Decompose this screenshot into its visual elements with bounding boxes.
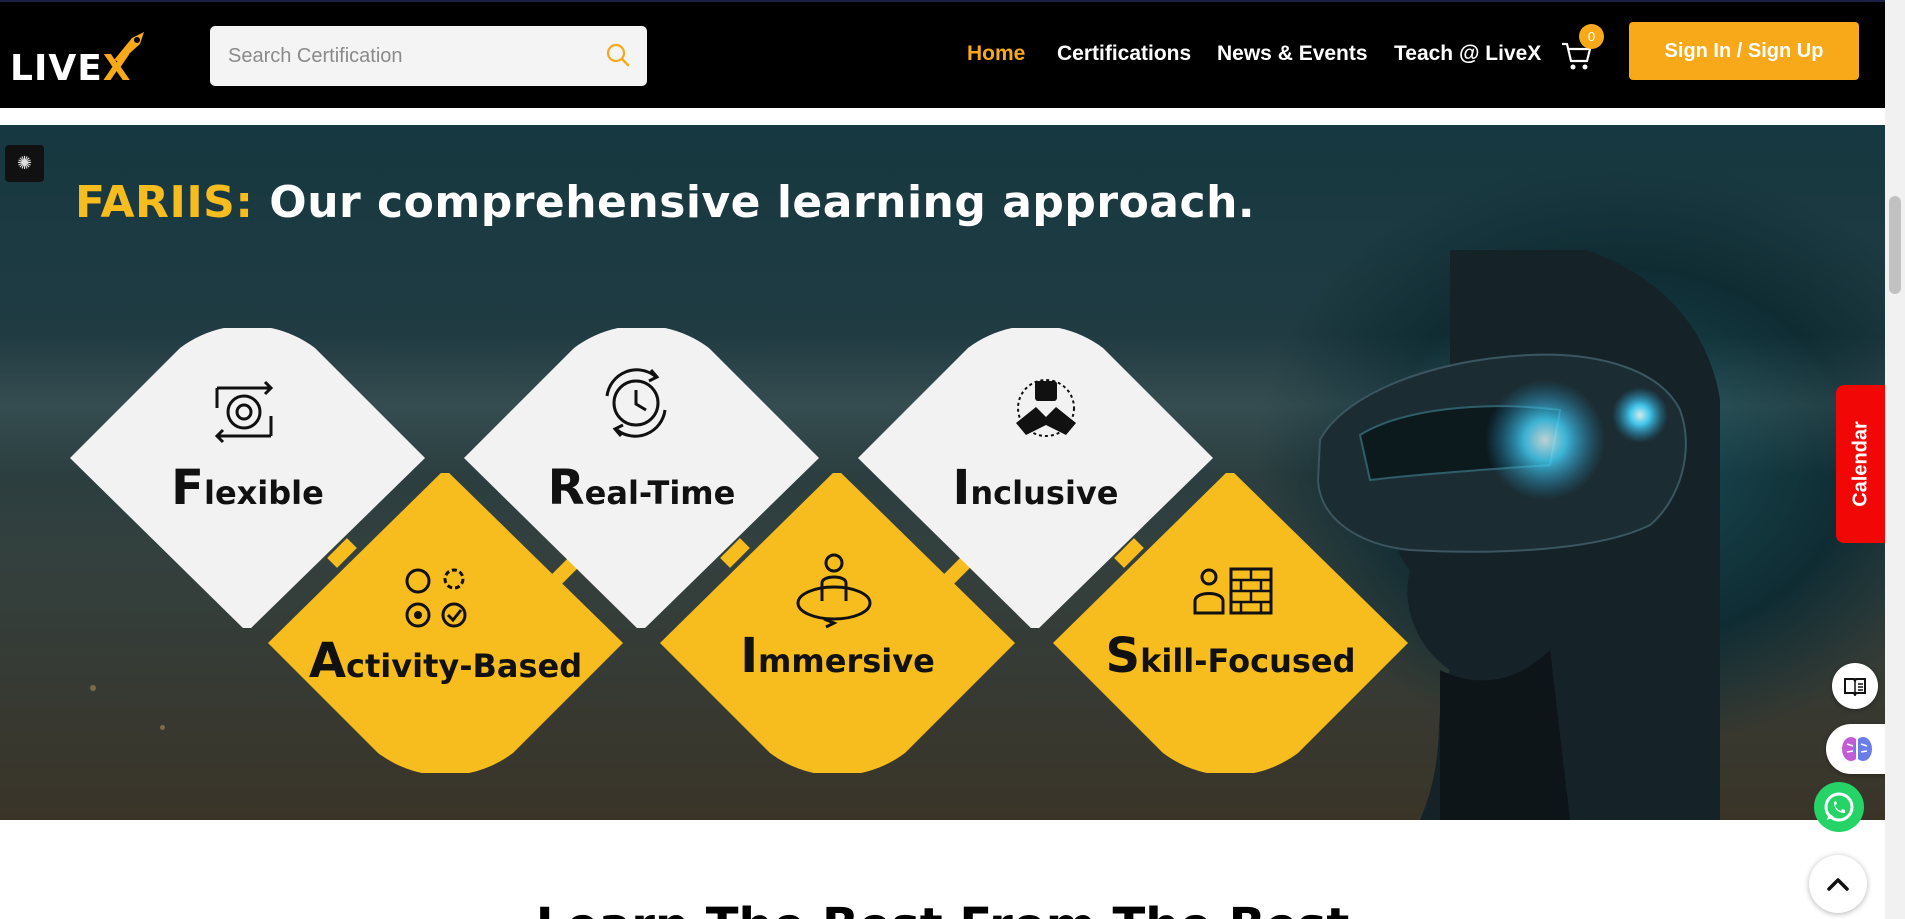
nav-news-events[interactable]: News & Events — [1217, 42, 1368, 72]
logo-rocket-icon — [114, 32, 144, 62]
nav-home[interactable]: Home — [967, 42, 1025, 72]
search-input[interactable] — [210, 26, 590, 86]
pillar-immersive: Immersive — [660, 473, 1015, 773]
whatsapp-button[interactable] — [1814, 782, 1864, 832]
background-light — [160, 725, 165, 730]
scrollbar-thumb[interactable] — [1889, 196, 1901, 294]
book-reader-button[interactable] — [1832, 663, 1878, 709]
cart-count-badge: 0 — [1579, 24, 1604, 49]
pillar-label: Skill-Focused — [1105, 628, 1356, 684]
pillar-shape — [1053, 473, 1408, 773]
hero-banner: ✺ FARIIS: Our comprehensive learning app… — [0, 125, 1885, 820]
search-icon[interactable] — [605, 42, 631, 68]
activity-icons — [405, 568, 467, 628]
livex-logo[interactable]: LIVEX — [10, 30, 155, 89]
hero-title: FARIIS: Our comprehensive learning appro… — [75, 177, 1256, 228]
sign-in-button[interactable]: Sign In / Sign Up — [1629, 22, 1859, 80]
top-navbar: LIVEX Home Certifications News & Events … — [0, 0, 1885, 108]
nav-certifications[interactable]: Certifications — [1057, 42, 1191, 72]
clock-icon — [605, 368, 667, 438]
brain-icon — [1842, 737, 1872, 761]
pillar-skill-focused: Skill-Focused — [1053, 473, 1408, 773]
nav-teach-livex[interactable]: Teach @ LiveX — [1394, 42, 1541, 72]
page: LIVEX Home Certifications News & Events … — [0, 0, 1905, 919]
pillar-label: Activity-Based — [308, 633, 583, 689]
page-scrollbar[interactable] — [1885, 0, 1905, 919]
pillar-label: Immersive — [740, 628, 935, 684]
pillar-activity-based: Activity-Based — [268, 473, 623, 773]
brain-icon[interactable]: ✺ — [5, 145, 44, 182]
hands-together-icon — [1016, 379, 1076, 437]
section-heading: Learn The Best From The Best — [0, 898, 1885, 919]
calendar-label: Calendar — [1849, 421, 1871, 507]
book-icon — [1844, 678, 1866, 696]
background-light — [90, 685, 96, 691]
calendar-tab[interactable]: Calendar — [1836, 385, 1885, 543]
person-circle-icon — [796, 553, 872, 629]
search-box — [210, 26, 647, 86]
whatsapp-icon — [1824, 792, 1854, 822]
flexible-gear-icon — [214, 380, 274, 444]
ai-assistant-button[interactable] — [1826, 724, 1885, 774]
worker-bricks-icon — [1193, 567, 1273, 615]
